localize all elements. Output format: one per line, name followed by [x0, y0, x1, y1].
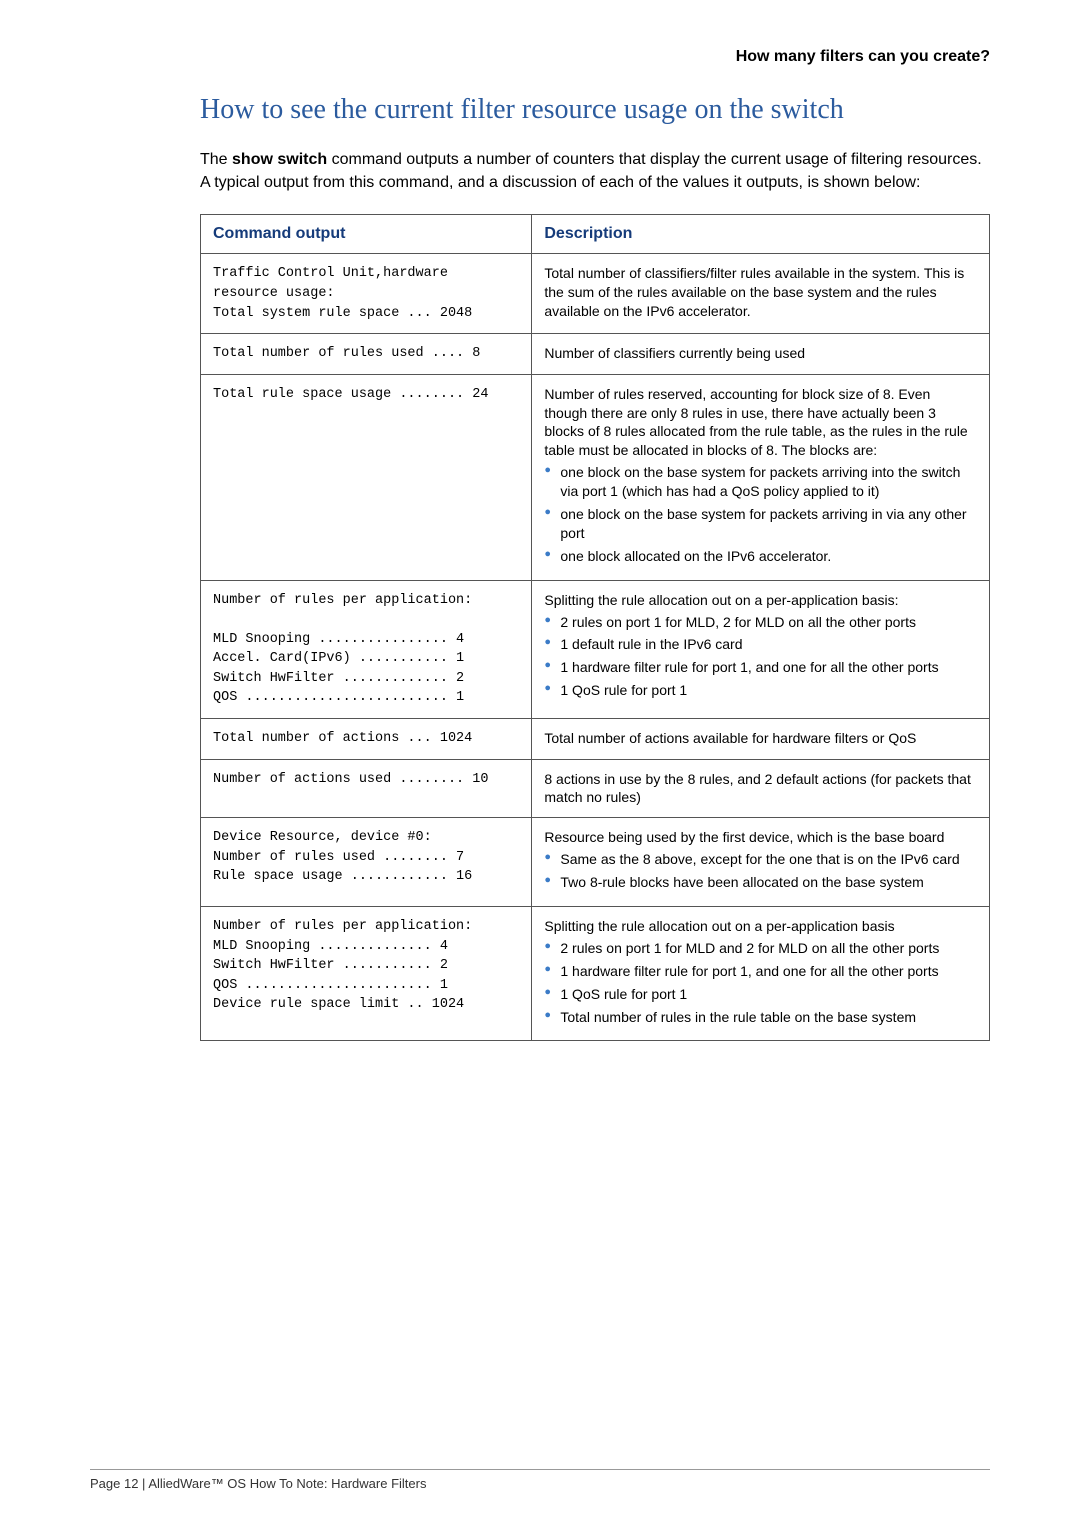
command-description: Resource being used by the first device,… [532, 818, 990, 907]
intro-paragraph: The show switch command outputs a number… [200, 148, 990, 194]
command-description: Splitting the rule allocation out on a p… [532, 907, 990, 1041]
table-row: Traffic Control Unit,hardware resource u… [201, 254, 990, 334]
bullet-list: 2 rules on port 1 for MLD, 2 for MLD on … [544, 613, 977, 701]
list-item: 1 QoS rule for port 1 [544, 985, 977, 1004]
list-item: 1 QoS rule for port 1 [544, 681, 977, 700]
command-description: 8 actions in use by the 8 rules, and 2 d… [532, 759, 990, 818]
list-item: one block on the base system for packets… [544, 463, 977, 501]
list-item: Two 8-rule blocks have been allocated on… [544, 873, 977, 892]
section-title: How to see the current filter resource u… [200, 94, 990, 126]
bullet-list: 2 rules on port 1 for MLD and 2 for MLD … [544, 939, 977, 1027]
list-item: Same as the 8 above, except for the one … [544, 850, 977, 869]
command-output: Total number of rules used .... 8 [201, 334, 532, 375]
table-header-description: Description [532, 215, 990, 254]
table-row: Total number of rules used .... 8 Number… [201, 334, 990, 375]
desc-text: 8 actions in use by the 8 rules, and 2 d… [544, 771, 970, 806]
table-row: Number of rules per application: MLD Sno… [201, 580, 990, 718]
desc-text: Splitting the rule allocation out on a p… [544, 917, 977, 936]
command-table: Command output Description Traffic Contr… [200, 214, 990, 1041]
command-output: Number of actions used ........ 10 [201, 759, 532, 818]
command-description: Splitting the rule allocation out on a p… [532, 580, 990, 718]
command-description: Number of rules reserved, accounting for… [532, 374, 990, 580]
table-header-command: Command output [201, 215, 532, 254]
table-row: Device Resource, device #0: Number of ru… [201, 818, 990, 907]
list-item: 2 rules on port 1 for MLD and 2 for MLD … [544, 939, 977, 958]
command-output: Number of rules per application: MLD Sno… [201, 580, 532, 718]
table-row: Number of actions used ........ 10 8 act… [201, 759, 990, 818]
table-row: Number of rules per application: MLD Sno… [201, 907, 990, 1041]
command-output: Total number of actions ... 1024 [201, 719, 532, 760]
list-item: Total number of rules in the rule table … [544, 1008, 977, 1027]
list-item: one block on the base system for packets… [544, 505, 977, 543]
list-item: 1 default rule in the IPv6 card [544, 635, 977, 654]
page-footer: Page 12 | AlliedWare™ OS How To Note: Ha… [90, 1469, 990, 1491]
desc-text: Splitting the rule allocation out on a p… [544, 591, 977, 610]
main-content: How to see the current filter resource u… [200, 94, 990, 1041]
page-header-right: How many filters can you create? [90, 48, 990, 66]
list-item: 1 hardware filter rule for port 1, and o… [544, 962, 977, 981]
desc-text: Number of rules reserved, accounting for… [544, 385, 977, 461]
command-output: Device Resource, device #0: Number of ru… [201, 818, 532, 907]
intro-command: show switch [232, 151, 327, 168]
table-row: Total number of actions ... 1024 Total n… [201, 719, 990, 760]
list-item: 2 rules on port 1 for MLD, 2 for MLD on … [544, 613, 977, 632]
command-output: Traffic Control Unit,hardware resource u… [201, 254, 532, 334]
bullet-list: one block on the base system for packets… [544, 463, 977, 565]
table-row: Total rule space usage ........ 24 Numbe… [201, 374, 990, 580]
command-description: Number of classifiers currently being us… [532, 334, 990, 375]
desc-text: Number of classifiers currently being us… [544, 345, 805, 361]
list-item: 1 hardware filter rule for port 1, and o… [544, 658, 977, 677]
desc-text: Total number of classifiers/filter rules… [544, 265, 964, 319]
command-output: Total rule space usage ........ 24 [201, 374, 532, 580]
list-item: one block allocated on the IPv6 accelera… [544, 547, 977, 566]
desc-text: Total number of actions available for ha… [544, 730, 916, 746]
desc-text: Resource being used by the first device,… [544, 828, 977, 847]
command-description: Total number of actions available for ha… [532, 719, 990, 760]
bullet-list: Same as the 8 above, except for the one … [544, 850, 977, 892]
intro-text-1: The [200, 151, 232, 168]
command-description: Total number of classifiers/filter rules… [532, 254, 990, 334]
command-output: Number of rules per application: MLD Sno… [201, 907, 532, 1041]
